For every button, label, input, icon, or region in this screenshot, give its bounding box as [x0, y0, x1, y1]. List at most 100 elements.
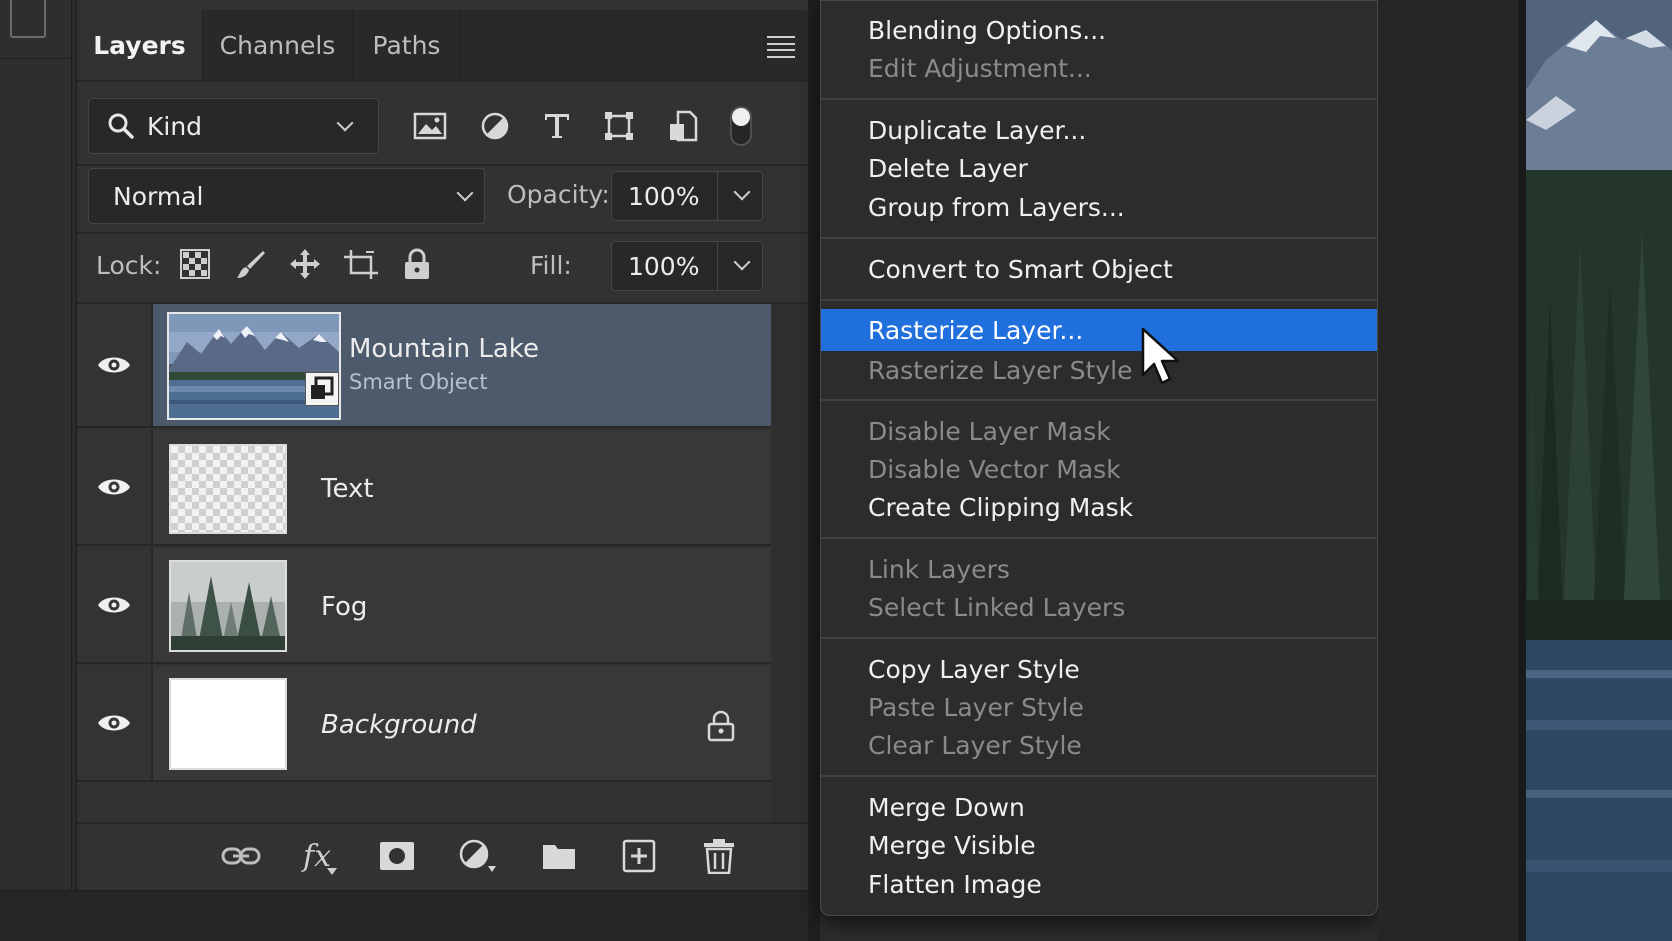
lock-transparent-icon[interactable] [177, 246, 213, 282]
menu-separator [821, 299, 1377, 301]
filter-kind-label: Kind [147, 111, 203, 141]
eye-icon [98, 715, 130, 731]
eye-icon [98, 357, 130, 373]
menu-item-link-layers[interactable]: Link Layers [821, 549, 1377, 589]
menu-item-merge-visible[interactable]: Merge Visible [821, 825, 1377, 865]
menu-separator [821, 637, 1377, 639]
menu-item-delete-layer[interactable]: Delete Layer [821, 148, 1377, 188]
menu-item-convert-to-smart-object[interactable]: Convert to Smart Object [821, 249, 1377, 289]
fill-value: 100% [628, 251, 700, 281]
menu-item-rasterize-layer-style[interactable]: Rasterize Layer Style [821, 350, 1377, 390]
menu-separator [821, 237, 1377, 239]
chevron-down-icon [456, 184, 474, 202]
menu-item-clear-layer-style[interactable]: Clear Layer Style [821, 725, 1377, 765]
menu-item-disable-vector-mask[interactable]: Disable Vector Mask [821, 449, 1377, 489]
layer-name: Fog [321, 592, 368, 622]
layers-panel: Layers Channels Paths Kind Normal Opacit… [76, 0, 809, 890]
fill-field[interactable]: 100% [611, 241, 763, 291]
layer-name: Mountain Lake [349, 334, 539, 364]
canvas-pasteboard [1378, 0, 1518, 941]
smart-object-badge-icon [305, 372, 339, 406]
menu-item-duplicate-layer[interactable]: Duplicate Layer... [821, 110, 1377, 150]
chevron-down-icon[interactable] [733, 253, 751, 271]
lock-all-icon[interactable] [399, 246, 435, 282]
lock-artboard-icon[interactable] [343, 246, 379, 282]
status-bar [0, 890, 808, 941]
layers-bottom-toolbar: fx [77, 822, 809, 890]
document-canvas[interactable] [1526, 0, 1672, 941]
blend-mode-label: Normal [113, 181, 204, 211]
link-layers-icon[interactable] [219, 834, 263, 878]
panel-menu-icon[interactable] [767, 36, 795, 58]
menu-item-flatten-image[interactable]: Flatten Image [821, 864, 1377, 904]
tab-channels[interactable]: Channels [203, 10, 353, 80]
visibility-toggle[interactable] [77, 304, 153, 426]
layers-scrollbar[interactable] [771, 304, 809, 822]
layer-row-mountain-lake[interactable]: Mountain Lake Smart Object [77, 304, 771, 428]
menu-separator [821, 98, 1377, 100]
panel-tab-bar: Layers Channels Paths [77, 10, 809, 80]
eye-icon [98, 479, 130, 495]
image-filter-icon[interactable] [410, 106, 450, 146]
fill-label: Fill: [530, 251, 572, 280]
opacity-field[interactable]: 100% [611, 171, 763, 221]
opacity-value: 100% [628, 181, 700, 211]
divider [77, 164, 809, 166]
add-mask-icon[interactable] [375, 834, 419, 878]
layer-name: Background [321, 710, 477, 740]
filter-toggle-icon[interactable] [726, 106, 756, 146]
mouse-cursor-icon [1141, 327, 1180, 385]
blend-mode-select[interactable]: Normal [88, 168, 485, 224]
menu-item-blending-options[interactable]: Blending Options... [821, 10, 1377, 50]
search-icon [108, 113, 134, 139]
menu-item-group-from-layers[interactable]: Group from Layers... [821, 187, 1377, 227]
menu-separator [821, 399, 1377, 401]
layer-row-text[interactable]: Text [77, 430, 771, 546]
new-layer-icon[interactable] [617, 834, 661, 878]
menu-item-copy-layer-style[interactable]: Copy Layer Style [821, 649, 1377, 689]
tab-label: Layers [93, 30, 186, 60]
menu-item-merge-down[interactable]: Merge Down [821, 787, 1377, 827]
layer-row-background[interactable]: Background [77, 666, 771, 782]
layer-name: Text [321, 474, 374, 504]
delete-layer-icon[interactable] [697, 834, 741, 878]
filter-kind-select[interactable]: Kind [88, 98, 379, 154]
new-adjustment-icon[interactable] [455, 834, 499, 878]
chevron-down-icon[interactable] [733, 183, 751, 201]
tool-strip [0, 0, 72, 890]
lock-pixels-brush-icon[interactable] [233, 246, 269, 282]
menu-item-disable-layer-mask[interactable]: Disable Layer Mask [821, 411, 1377, 451]
divider [77, 80, 809, 82]
menu-separator [821, 775, 1377, 777]
lock-label: Lock: [96, 251, 162, 280]
layer-subtitle: Smart Object [349, 370, 488, 394]
shape-filter-icon[interactable] [599, 106, 639, 146]
type-filter-icon[interactable] [537, 106, 577, 146]
layer-thumbnail-background [169, 678, 287, 770]
chevron-down-icon [336, 114, 354, 132]
visibility-toggle[interactable] [77, 548, 153, 662]
menu-item-edit-adjustment[interactable]: Edit Adjustment... [821, 48, 1377, 88]
new-group-icon[interactable] [537, 834, 581, 878]
eye-icon [98, 597, 130, 613]
fx-icon[interactable]: fx [295, 834, 339, 878]
visibility-toggle[interactable] [77, 430, 153, 544]
smart-object-filter-icon[interactable] [663, 106, 703, 146]
tab-layers[interactable]: Layers [77, 10, 203, 80]
layer-thumbnail-fog [169, 560, 287, 652]
menu-separator [821, 537, 1377, 539]
lock-position-move-icon[interactable] [287, 246, 323, 282]
layer-row-fog[interactable]: Fog [77, 548, 771, 664]
menu-item-paste-layer-style[interactable]: Paste Layer Style [821, 687, 1377, 727]
tool-button[interactable] [10, 0, 46, 38]
adjustment-filter-icon[interactable] [475, 106, 515, 146]
visibility-toggle[interactable] [77, 666, 153, 780]
tool-divider [0, 58, 72, 59]
menu-item-rasterize-layer[interactable]: Rasterize Layer... [821, 309, 1377, 351]
layer-thumbnail-text [169, 444, 287, 534]
lock-icon [707, 710, 735, 742]
menu-item-select-linked-layers[interactable]: Select Linked Layers [821, 587, 1377, 627]
tab-paths[interactable]: Paths [353, 10, 461, 80]
tab-label: Channels [219, 30, 336, 60]
menu-item-create-clipping-mask[interactable]: Create Clipping Mask [821, 487, 1377, 527]
